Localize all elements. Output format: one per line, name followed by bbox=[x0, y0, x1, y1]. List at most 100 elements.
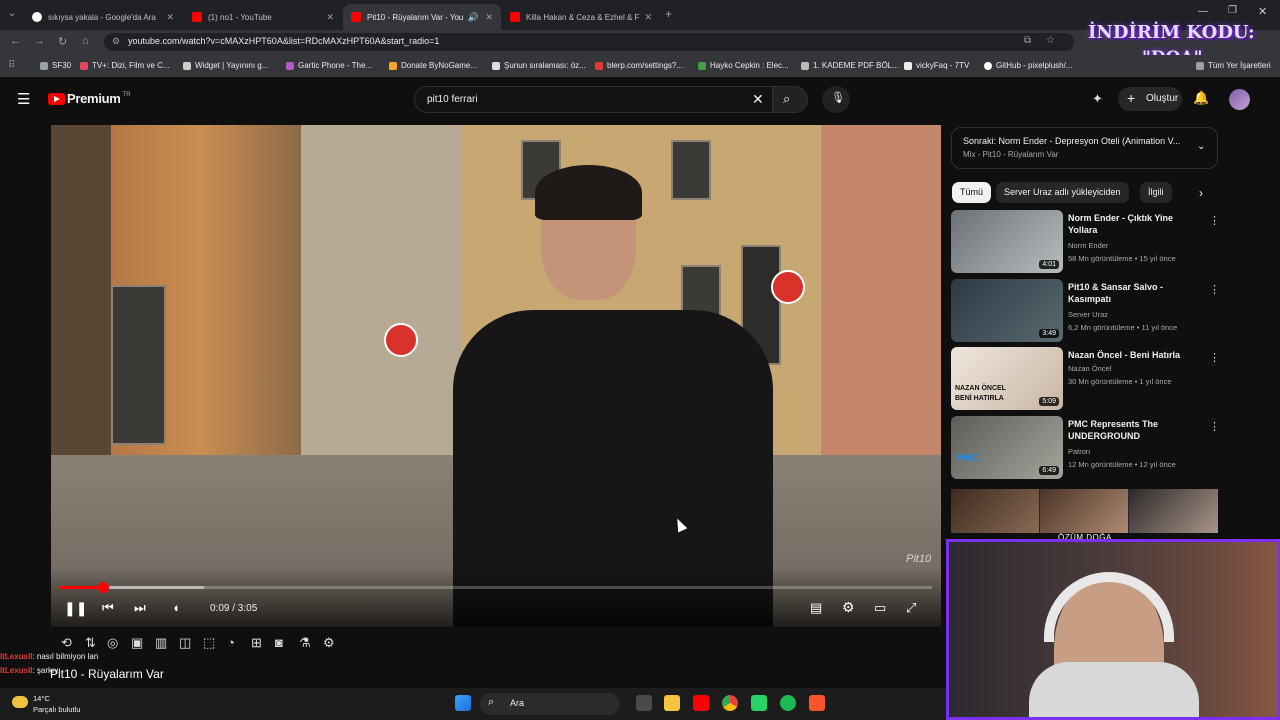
volume-icon[interactable]: ◖ bbox=[172, 600, 180, 615]
start-windows-icon[interactable] bbox=[455, 695, 471, 711]
cinema-icon[interactable]: ▥ bbox=[155, 635, 167, 651]
next-icon[interactable]: ⏭ bbox=[134, 600, 146, 616]
picture-in-picture-icon[interactable]: ⊞ bbox=[251, 635, 262, 651]
bookmark-item[interactable]: Donate ByNoGame... bbox=[389, 61, 477, 70]
list-item[interactable]: PMC 6:49 PMC Represents The UNDERGROUND … bbox=[951, 416, 1220, 480]
close-tab-icon[interactable]: ✕ bbox=[166, 12, 174, 23]
close-tab-icon[interactable]: ✕ bbox=[644, 12, 652, 23]
video-title[interactable]: Norm Ender - Çıktık Yine Yollara bbox=[1068, 212, 1200, 236]
bookmark-item[interactable]: Gartic Phone - The... bbox=[286, 61, 372, 70]
video-thumbnail[interactable]: PMC 6:49 bbox=[951, 416, 1063, 479]
speed-icon[interactable]: ◔ bbox=[227, 635, 235, 650]
sort-icon[interactable]: ⇅ bbox=[85, 635, 96, 651]
file-explorer-icon[interactable] bbox=[664, 695, 680, 711]
crop-icon[interactable]: ⬚ bbox=[203, 635, 215, 651]
menu-icon[interactable]: ☰ bbox=[17, 90, 30, 108]
bookmark-item[interactable]: TV+: Dizi, Film ve C... bbox=[80, 61, 170, 70]
chevron-right-icon[interactable]: › bbox=[1199, 186, 1203, 200]
channel-name[interactable]: Patron bbox=[1068, 447, 1090, 456]
bookmark-item[interactable]: GitHub - pixelplush/... bbox=[984, 61, 1072, 70]
subtitles-icon[interactable]: ▤ bbox=[810, 600, 822, 616]
pause-icon[interactable]: ❚❚ bbox=[64, 600, 87, 617]
flask-icon[interactable]: ⚗ bbox=[299, 635, 311, 651]
whatsapp-icon[interactable] bbox=[751, 695, 767, 711]
site-info-icon[interactable]: ⚙ bbox=[112, 36, 120, 47]
more-options-icon[interactable]: ⋮ bbox=[1209, 214, 1220, 227]
bookmark-item[interactable]: Hayko Cepkin : Elec... bbox=[698, 61, 789, 70]
audio-playing-icon[interactable]: 🔊 bbox=[468, 12, 479, 23]
audio-waves-icon[interactable]: ◎ bbox=[107, 635, 118, 651]
more-options-icon[interactable]: ⋮ bbox=[1209, 420, 1220, 433]
task-view-icon[interactable] bbox=[636, 695, 652, 711]
list-item[interactable]: NAZAN ÖNCEL BENİ HATIRLA 5:09 Nazan Önce… bbox=[951, 347, 1220, 411]
video-thumbnail[interactable]: 4:01 bbox=[951, 210, 1063, 273]
maximize-window-icon[interactable]: ❐ bbox=[1228, 5, 1237, 16]
mini-player-icon[interactable]: ◫ bbox=[179, 635, 191, 651]
close-tab-icon[interactable]: ✕ bbox=[326, 12, 334, 23]
address-bar[interactable]: ⚙ youtube.com/watch?v=cMAXzHPT60A&list=R… bbox=[104, 33, 1074, 51]
bookmark-star-icon[interactable]: ☆ bbox=[1046, 35, 1055, 46]
settings-icon[interactable]: ⚙ bbox=[842, 599, 855, 616]
list-item[interactable]: 3:49 Pit10 & Sansar Salvo - Kasımpatı Se… bbox=[951, 279, 1220, 343]
video-thumbnail[interactable]: NAZAN ÖNCEL BENİ HATIRLA 5:09 bbox=[951, 347, 1063, 410]
browser-tab-pit10[interactable]: Pit10 - Rüyalarım Var - You 🔊 ✕ bbox=[343, 4, 501, 30]
chrome-icon[interactable] bbox=[722, 695, 738, 711]
notifications-bell-icon[interactable]: 🔔 bbox=[1193, 90, 1209, 106]
extension-icon[interactable]: ✦ bbox=[1092, 91, 1103, 107]
home-icon[interactable]: ⌂ bbox=[82, 35, 89, 47]
bookmark-item[interactable]: 1. KADEME PDF BÖL... bbox=[801, 61, 899, 70]
new-tab-icon[interactable]: + bbox=[665, 7, 672, 21]
fullscreen-icon[interactable]: ⤢ bbox=[906, 600, 916, 616]
chevron-down-icon[interactable]: ⌄ bbox=[1197, 141, 1205, 152]
browser-tab-youtube-no1[interactable]: (1) no1 - YouTube ✕ bbox=[184, 4, 342, 30]
gear-icon[interactable]: ⚙ bbox=[323, 635, 335, 651]
scrubber-handle[interactable] bbox=[97, 582, 109, 593]
camera-icon[interactable]: ◙ bbox=[275, 635, 283, 650]
video-player[interactable]: Pit10 bbox=[51, 125, 941, 627]
weather-icon[interactable] bbox=[12, 696, 28, 708]
bookmark-item[interactable]: SF30 bbox=[40, 61, 71, 70]
video-title[interactable]: PMC Represents The UNDERGROUND bbox=[1068, 418, 1200, 442]
bookmark-item[interactable]: blerp.com/settings?... bbox=[595, 61, 683, 70]
apps-grid-icon[interactable]: ⠿ bbox=[8, 60, 15, 71]
chip-related[interactable]: İlgili bbox=[1140, 182, 1172, 203]
video-title[interactable]: Nazan Öncel - Beni Hatırla bbox=[1068, 349, 1200, 361]
voice-search-button[interactable]: 🎙 bbox=[822, 86, 850, 113]
youtube-app-icon[interactable] bbox=[693, 695, 709, 711]
spotify-icon[interactable] bbox=[780, 695, 796, 711]
browser-tab-killa-hakan[interactable]: Killa Hakan & Ceza & Ezhel & F ✕ bbox=[502, 4, 660, 30]
chip-all[interactable]: Tümü bbox=[952, 182, 992, 203]
create-button[interactable]: + Oluştur bbox=[1118, 87, 1182, 111]
forward-icon[interactable]: → bbox=[34, 35, 45, 47]
close-window-icon[interactable]: ✕ bbox=[1258, 5, 1267, 18]
more-options-icon[interactable]: ⋮ bbox=[1209, 351, 1220, 364]
channel-name[interactable]: Server Uraz bbox=[1068, 310, 1108, 319]
chip-uploader[interactable]: Server Uraz adlı yükleyiciden bbox=[996, 182, 1129, 203]
close-tab-icon[interactable]: ✕ bbox=[485, 12, 493, 23]
cast-icon[interactable]: ⧉ bbox=[1024, 35, 1031, 46]
theater-mode-icon[interactable]: ▭ bbox=[874, 600, 886, 616]
clear-search-icon[interactable]: ✕ bbox=[752, 91, 764, 108]
bookmark-item[interactable]: Widget | Yayınını g... bbox=[183, 61, 268, 70]
minimize-window-icon[interactable]: — bbox=[1198, 6, 1208, 17]
video-title[interactable]: Pit10 & Sansar Salvo - Kasımpatı bbox=[1068, 281, 1200, 305]
taskbar-search[interactable]: ⌕ Ara bbox=[480, 693, 620, 715]
more-options-icon[interactable]: ⋮ bbox=[1209, 283, 1220, 296]
previous-icon[interactable]: ⏮ bbox=[102, 600, 114, 616]
all-bookmarks[interactable]: Tüm Yer İşaretleri bbox=[1196, 61, 1271, 70]
avatar[interactable] bbox=[1229, 89, 1250, 110]
back-icon[interactable]: ← bbox=[10, 35, 21, 47]
bookmark-item[interactable]: vickyFaq - 7TV bbox=[904, 61, 969, 70]
channel-name[interactable]: Norm Ender bbox=[1068, 241, 1108, 250]
youtube-logo[interactable]: Premium TR bbox=[48, 91, 131, 106]
up-next-panel[interactable]: Sonraki: Norm Ender - Depresyon Oteli (A… bbox=[951, 127, 1218, 169]
search-button[interactable]: ⌕ bbox=[772, 86, 808, 113]
browser-tab-google[interactable]: sıkıysa yakala - Google'da Ara ✕ bbox=[24, 4, 182, 30]
screenshot-gallery-icon[interactable]: ▣ bbox=[131, 635, 143, 651]
loop-icon[interactable]: ⟲ bbox=[61, 635, 72, 651]
reload-icon[interactable]: ↻ bbox=[58, 35, 67, 48]
search-input[interactable]: pit10 ferrari ✕ bbox=[414, 86, 774, 113]
tab-list-icon[interactable]: ⌄ bbox=[8, 8, 16, 19]
bookmark-item[interactable]: Şunun sıralaması: öz... bbox=[492, 61, 586, 70]
channel-name[interactable]: Nazan Öncel bbox=[1068, 364, 1111, 373]
